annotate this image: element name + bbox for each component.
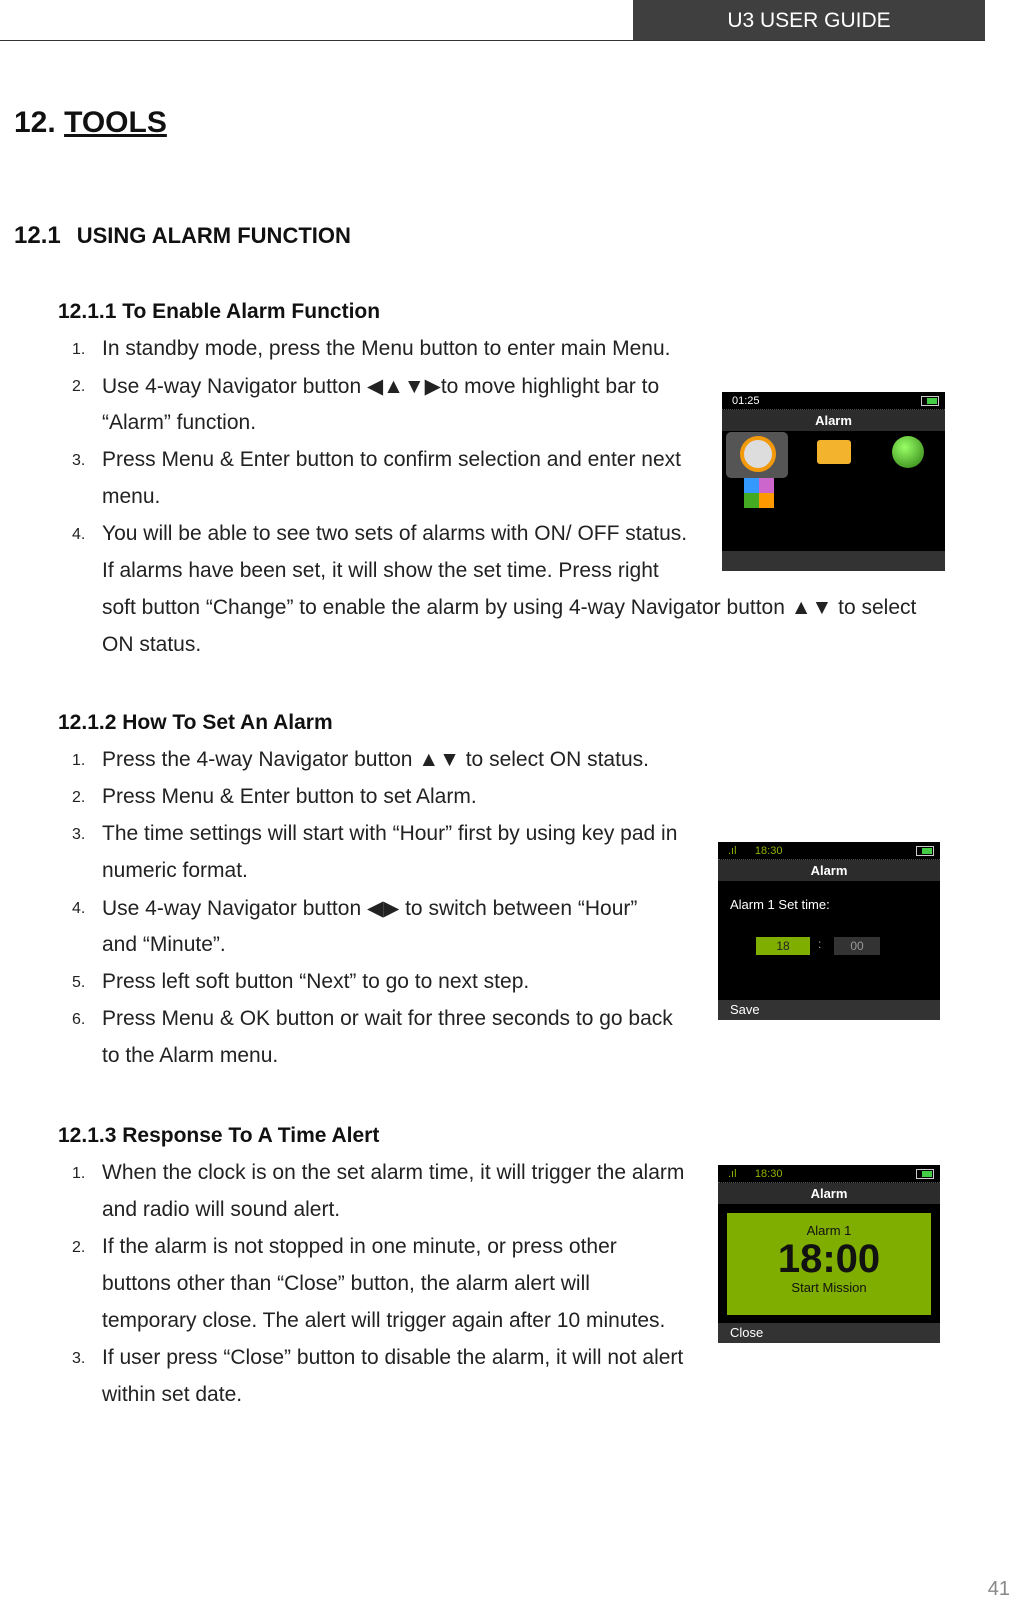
list-item-text: If the alarm is not stopped in one minut…	[102, 1235, 617, 1258]
battery-icon	[916, 846, 934, 856]
header-title: U3 USER GUIDE	[633, 0, 985, 40]
list-item-text: buttons other than “Close” button, the a…	[102, 1272, 590, 1295]
list-number: 5.	[72, 974, 86, 991]
list-item-text: temporary close. The alert will trigger …	[102, 1309, 666, 1332]
status-bar: .ıl 18:30	[718, 842, 940, 860]
list-item-text: Press Menu & OK button or wait for three…	[102, 1007, 673, 1030]
list-number: 2.	[72, 789, 86, 806]
minute-field[interactable]: 00	[834, 937, 880, 955]
list-number: 4.	[72, 900, 86, 917]
alert-subtitle: Start Mission	[791, 1280, 867, 1295]
softkey-bar	[722, 551, 945, 571]
signal-icon: .ıl	[728, 845, 737, 857]
alarm-clock-icon	[726, 432, 788, 478]
list-number: 3.	[72, 826, 86, 843]
list-number: 3.	[72, 1350, 86, 1367]
screenshot-alarm-set: .ıl 18:30 Alarm Alarm 1 Set time: 18 : 0…	[718, 842, 940, 1020]
screenshot-alarm-menu: 01:25 Alarm	[722, 392, 945, 571]
list-number: 1.	[72, 341, 86, 358]
apps-icon	[744, 478, 774, 508]
header-rule	[0, 40, 985, 41]
chapter-heading: 12. TOOLS	[14, 106, 167, 140]
list-number: 4.	[72, 526, 86, 543]
folder-edit-icon	[817, 440, 851, 464]
list-item-text: When the clock is on the set alarm time,…	[102, 1161, 685, 1184]
time-separator: :	[818, 937, 822, 951]
list-item-text: “Alarm” function.	[102, 411, 257, 434]
hour-field[interactable]: 18	[756, 937, 810, 955]
screenshot-alarm-alert: .ıl 18:30 Alarm Alarm 1 18:00 Start Miss…	[718, 1165, 940, 1343]
status-bar: 01:25	[722, 392, 945, 410]
list-item-text: numeric format.	[102, 859, 248, 882]
section-title: USING ALARM FUNCTION	[76, 223, 351, 248]
list-item-text: If alarms have been set, it will show th…	[102, 559, 659, 582]
list-item-text: to the Alarm menu.	[102, 1044, 279, 1067]
list-item-text: Press left soft button “Next” to go to n…	[102, 970, 530, 993]
signal-icon: .ıl	[728, 1168, 737, 1180]
list-number: 6.	[72, 1011, 86, 1028]
list-item-text: Use 4-way Navigator button ◀▲▼▶to move h…	[102, 375, 660, 398]
list-item-text: ON status.	[102, 633, 202, 656]
status-bar: .ıl 18:30	[718, 1165, 940, 1183]
status-time: 18:30	[754, 845, 783, 857]
set-time-label: Alarm 1 Set time:	[730, 897, 830, 912]
battery-icon	[921, 396, 939, 406]
list-item-text: menu.	[102, 485, 161, 508]
list-item-text: Press the 4-way Navigator button ▲▼ to s…	[102, 748, 649, 771]
list-item-text: You will be able to see two sets of alar…	[102, 522, 688, 545]
list-number: 1.	[72, 752, 86, 769]
section-number: 12.1	[14, 222, 61, 249]
battery-icon	[916, 1169, 934, 1179]
screen-title: Alarm	[718, 1183, 940, 1204]
list-number: 2.	[72, 378, 86, 395]
page-number: 41	[987, 1578, 1010, 1600]
list-item-text: and “Minute”.	[102, 933, 226, 956]
subsection-heading: 12.1.1 To Enable Alarm Function	[58, 300, 381, 323]
section-heading: 12.1 USING ALARM FUNCTION	[14, 222, 351, 250]
list-item-text: soft button “Change” to enable the alarm…	[102, 596, 917, 619]
list-item-text: If user press “Close” button to disable …	[102, 1346, 684, 1369]
list-number: 1.	[72, 1165, 86, 1182]
list-item-text: Use 4-way Navigator button ◀▶ to switch …	[102, 897, 638, 920]
chapter-title: TOOLS	[64, 106, 167, 139]
list-number: 3.	[72, 452, 86, 469]
list-item-text: Press Menu & Enter button to set Alarm.	[102, 785, 477, 808]
screen-title: Alarm	[718, 860, 940, 881]
list-item-text: The time settings will start with “Hour”…	[102, 822, 678, 845]
status-time: 01:25	[732, 395, 760, 407]
list-item-text: In standby mode, press the Menu button t…	[102, 337, 671, 360]
list-item-text: Press Menu & Enter button to confirm sel…	[102, 448, 681, 471]
subsection-heading: 12.1.3 Response To A Time Alert	[58, 1124, 380, 1147]
subsection-heading: 12.1.2 How To Set An Alarm	[58, 711, 333, 734]
chapter-number: 12.	[14, 106, 56, 139]
softkey-close[interactable]: Close	[718, 1323, 940, 1343]
softkey-save[interactable]: Save	[718, 1000, 940, 1020]
list-item-text: and radio will sound alert.	[102, 1198, 341, 1221]
screen-title: Alarm	[722, 410, 945, 431]
status-time: 18:30	[754, 1168, 783, 1180]
list-item-text: within set date.	[102, 1383, 243, 1406]
alert-label: Alarm 1	[806, 1223, 852, 1238]
alert-clock: 18:00	[777, 1237, 881, 1281]
alert-panel: Alarm 1 18:00 Start Mission	[727, 1213, 931, 1315]
globe-icon	[892, 436, 924, 468]
list-number: 2.	[72, 1239, 86, 1256]
